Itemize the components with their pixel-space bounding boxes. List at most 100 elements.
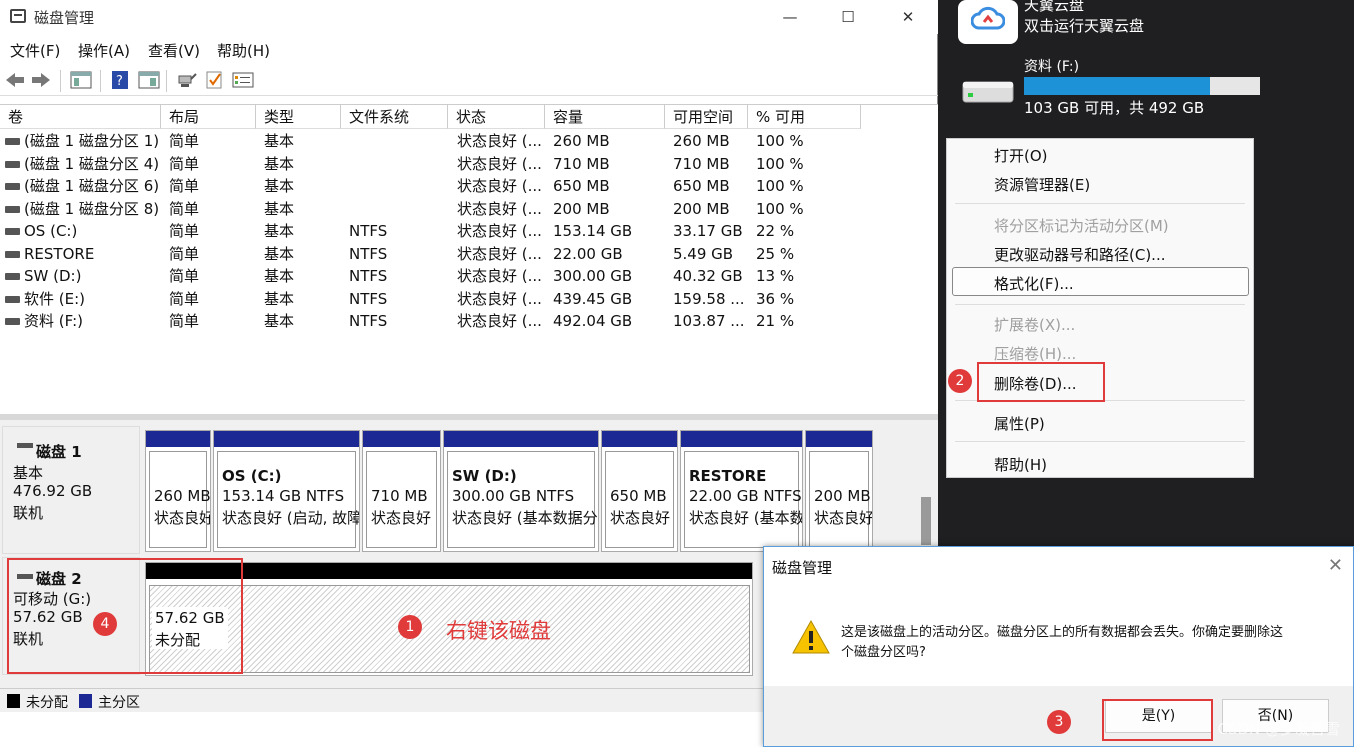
table-cell: 33.17 GB: [673, 222, 743, 240]
maximize-button[interactable]: ☐: [818, 0, 878, 34]
table-cell: 103.87 ...: [673, 312, 745, 330]
table-cell: 25 %: [756, 244, 795, 263]
disk-management-icon: [10, 9, 26, 23]
disk1-partition-restore[interactable]: RESTORE 22.00 GB NTFS 状态良好 (基本数: [680, 430, 803, 552]
table-row[interactable]: (磁盘 1 磁盘分区 1) 简单 基本 状态良好 (... 260 MB 260 MB 10…: [0, 130, 938, 153]
menu-action[interactable]: 操作(A): [78, 40, 130, 61]
table-row[interactable]: (磁盘 1 磁盘分区 4) 简单 基本 状态良好 (... 710 MB 710 MB 10…: [0, 153, 938, 176]
drive-usage-fill: [1024, 77, 1211, 95]
menu-item-properties[interactable]: 属性(P): [994, 413, 1045, 434]
disk1-partition-5[interactable]: 650 MB 状态良好: [601, 430, 678, 552]
menu-view[interactable]: 查看(V): [148, 40, 200, 61]
table-cell: 状态良好 (...: [457, 244, 542, 263]
annotation-step-2: 2: [948, 369, 972, 393]
table-cell: (磁盘 1 磁盘分区 4): [24, 154, 159, 173]
menu-item-format[interactable]: 格式化(F)...: [994, 273, 1074, 294]
menu-item-change-drive-letter[interactable]: 更改驱动器号和路径(C)...: [994, 244, 1165, 265]
table-cell: 基本: [264, 222, 295, 240]
col-header-filesystem[interactable]: 文件系统: [341, 105, 448, 129]
table-row[interactable]: 软件 (E:) 简单 基本 NTFS 状态良好 (... 439.45 GB 159.58 …: [0, 288, 938, 311]
table-cell: 22 %: [756, 222, 795, 240]
table-row[interactable]: RESTORE 简单 基本 NTFS 状态良好 (... 22.00 GB 5.49 GB 2…: [0, 243, 938, 266]
table-cell: 状态良好 (...: [457, 312, 542, 330]
annotation-box-disk2: [7, 558, 243, 674]
disk1-label[interactable]: 磁盘 1 基本 476.92 GB 联机: [2, 426, 140, 554]
menu-item-explorer[interactable]: 资源管理器(E): [994, 174, 1090, 195]
col-header-status[interactable]: 状态: [448, 105, 545, 129]
drive-name: 资料 (F:): [1024, 59, 1080, 75]
col-header-free-space[interactable]: 可用空间: [665, 105, 748, 129]
table-cell: 153.14 GB: [553, 222, 633, 240]
dialog-message-line1: 这是该磁盘上的活动分区。磁盘分区上的所有数据都会丢失。你确定要删除这: [841, 625, 1284, 640]
table-cell: NTFS: [349, 267, 388, 285]
table-cell: NTFS: [349, 244, 388, 263]
back-icon[interactable]: [4, 70, 26, 90]
table-cell: 简单: [169, 132, 200, 150]
connect-icon[interactable]: [176, 70, 198, 90]
volume-list: 卷 布局 类型 文件系统 状态 容量 可用空间 % 可用 (磁盘 1 磁盘分区 …: [0, 104, 938, 414]
table-cell: 简单: [169, 177, 200, 195]
properties-window-icon[interactable]: [138, 70, 160, 90]
legend-label-primary: 主分区: [98, 695, 140, 711]
minimize-button[interactable]: —: [760, 0, 820, 34]
table-cell: 简单: [169, 154, 200, 173]
table-cell: 650 MB: [673, 177, 730, 195]
col-header-volume[interactable]: 卷: [0, 105, 161, 129]
disk-icon: [17, 443, 33, 448]
col-header-type[interactable]: 类型: [256, 105, 341, 129]
drive-icon[interactable]: [962, 78, 1014, 104]
table-cell: 100 %: [756, 199, 804, 218]
table-cell: 13 %: [756, 267, 795, 285]
disk1-partition-1[interactable]: 260 MB 状态良好: [145, 430, 211, 552]
table-row[interactable]: (磁盘 1 磁盘分区 6) 简单 基本 状态良好 (... 650 MB 650 MB 10…: [0, 175, 938, 198]
settings-list-icon[interactable]: [232, 70, 254, 90]
table-cell: 状态良好 (...: [457, 177, 542, 195]
dialog-close-icon[interactable]: ✕: [1328, 555, 1343, 576]
table-row[interactable]: (磁盘 1 磁盘分区 8) 简单 基本 状态良好 (... 200 MB 200 MB 10…: [0, 198, 938, 221]
menu-item-open[interactable]: 打开(O): [994, 145, 1048, 166]
volume-icon: [5, 273, 20, 280]
warning-icon: [792, 619, 830, 659]
disk1-partition-sw-d[interactable]: SW (D:) 300.00 GB NTFS 状态良好 (基本数据分: [443, 430, 599, 552]
table-row[interactable]: SW (D:) 简单 基本 NTFS 状态良好 (... 300.00 GB 40.32 G…: [0, 265, 938, 288]
col-header-percent-free[interactable]: % 可用: [748, 105, 861, 129]
close-button[interactable]: ✕: [878, 0, 938, 34]
table-cell: 439.45 GB: [553, 289, 633, 308]
watermark: CSDN @梦凝哲雪: [1217, 720, 1340, 738]
table-cell: NTFS: [349, 312, 388, 330]
cloud-app-title: 天翼云盘: [1024, 0, 1085, 14]
table-cell: 710 MB: [553, 154, 610, 173]
disk1-status: 联机: [13, 504, 44, 522]
col-header-layout[interactable]: 布局: [161, 105, 256, 129]
forward-icon[interactable]: [30, 70, 52, 90]
disk-map-scrollbar-thumb[interactable]: [921, 497, 931, 545]
table-row[interactable]: OS (C:) 简单 基本 NTFS 状态良好 (... 153.14 GB 33.17 G…: [0, 220, 938, 243]
table-cell: 基本: [264, 199, 295, 218]
toolbar: ?: [0, 66, 938, 96]
disk1-partition-3[interactable]: 710 MB 状态良好: [362, 430, 441, 552]
table-cell: 200 MB: [673, 199, 730, 218]
help-icon[interactable]: ?: [110, 70, 132, 90]
cloud-drive-app-icon[interactable]: [958, 0, 1018, 44]
menu-help[interactable]: 帮助(H): [217, 40, 270, 61]
table-cell: 基本: [264, 244, 295, 263]
table-cell: 260 MB: [673, 132, 730, 150]
col-header-capacity[interactable]: 容量: [545, 105, 665, 129]
checklist-icon[interactable]: [204, 70, 226, 90]
disk1-partition-7[interactable]: 200 MB 状态良好: [805, 430, 873, 552]
table-cell: (磁盘 1 磁盘分区 8): [24, 199, 159, 218]
table-cell: NTFS: [349, 222, 388, 240]
table-cell: 简单: [169, 312, 200, 330]
volume-icon: [5, 318, 20, 325]
annotation-step-1-text: 右键该磁盘: [446, 619, 551, 643]
window-title: 磁盘管理: [34, 9, 95, 27]
disk1-partition-os-c[interactable]: OS (C:) 153.14 GB NTFS 状态良好 (启动, 故障: [213, 430, 360, 552]
annotation-box-delete-volume: [977, 362, 1105, 402]
table-cell: OS (C:): [24, 222, 78, 240]
menu-item-help[interactable]: 帮助(H): [994, 454, 1047, 475]
menu-file[interactable]: 文件(F): [10, 40, 60, 61]
table-cell: RESTORE: [24, 244, 95, 263]
console-tree-icon[interactable]: [70, 70, 92, 90]
table-cell: 状态良好 (...: [457, 222, 542, 240]
table-row[interactable]: 资料 (F:) 简单 基本 NTFS 状态良好 (... 492.04 GB 103.87 …: [0, 310, 938, 333]
